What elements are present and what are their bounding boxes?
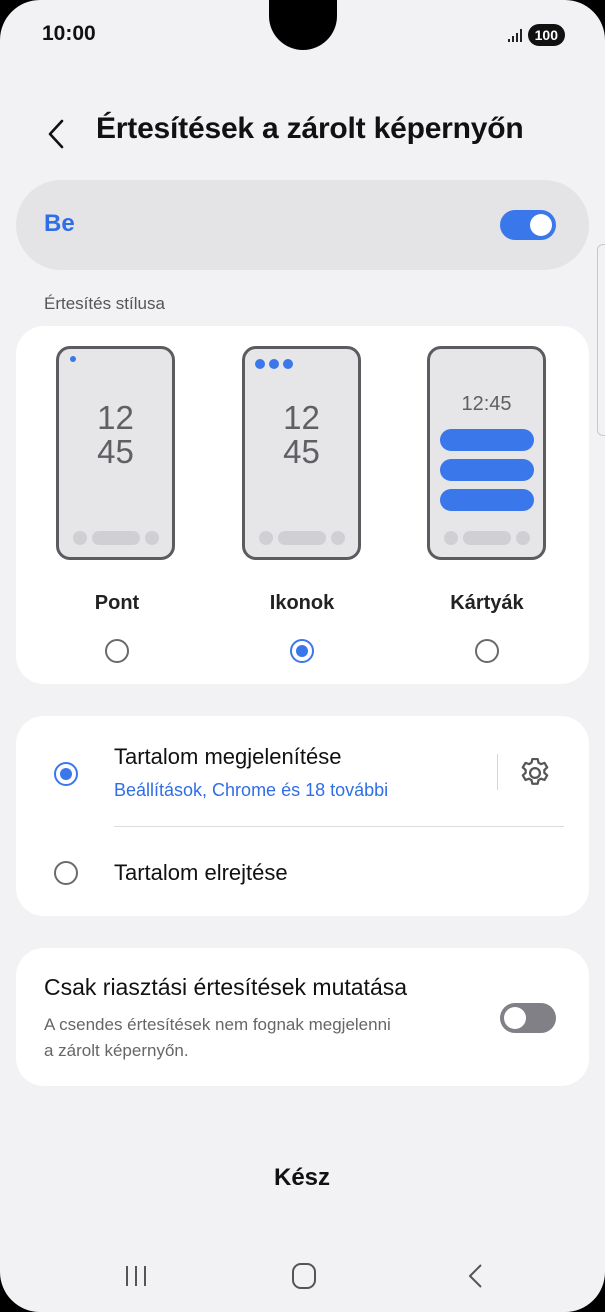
recents-icon [126, 1266, 146, 1286]
nav-back-button[interactable] [456, 1260, 496, 1292]
preview-clock: 12 45 [59, 401, 172, 469]
style-preview-icons[interactable]: 12 45 [242, 346, 361, 560]
page-title: Értesítések a zárolt képernyőn [96, 112, 524, 145]
home-button[interactable] [284, 1260, 324, 1292]
preview-clock: 12 45 [245, 401, 358, 469]
notification-card [440, 489, 534, 511]
scroll-indicator [597, 244, 605, 436]
home-icon [292, 1263, 316, 1289]
notification-card [440, 429, 534, 451]
settings-gear-button[interactable] [516, 754, 554, 792]
preview-hour: 12 [283, 399, 320, 436]
show-content-title[interactable]: Tartalom megjelenítése [114, 744, 341, 770]
back-button[interactable] [38, 112, 78, 156]
radio-hide-content[interactable] [54, 861, 78, 885]
done-button[interactable]: Kész [202, 1156, 402, 1200]
master-toggle-switch[interactable] [500, 210, 556, 240]
alert-only-description: A csendes értesítések nem fognak megjele… [44, 1015, 391, 1060]
preview-minute: 45 [97, 433, 134, 470]
recents-button[interactable] [116, 1260, 156, 1292]
app-header: Értesítések a zárolt képernyőn [0, 108, 605, 158]
preview-nav-bar [430, 531, 543, 545]
alert-only-title: Csak riasztási értesítések mutatása [44, 974, 408, 1000]
divider [114, 826, 564, 827]
system-nav-bar [0, 1250, 605, 1302]
master-toggle-label: Be [44, 210, 75, 237]
status-time: 10:00 [42, 22, 96, 45]
camera-notch [269, 0, 337, 50]
screen: 10:00 100 Értesítések a zárolt képernyőn… [0, 0, 605, 1312]
status-icons: 100 [507, 24, 565, 46]
signal-icon [507, 28, 522, 42]
battery-indicator: 100 [527, 24, 565, 46]
alert-only-toggle[interactable] [500, 1003, 556, 1033]
divider [497, 754, 498, 790]
radio-style-icons[interactable] [290, 639, 314, 663]
radio-style-cards[interactable] [475, 639, 499, 663]
style-label-icons: Ikonok [269, 592, 335, 614]
dot-indicator-icon [70, 356, 76, 362]
notification-icons-icon [255, 359, 293, 369]
style-preview-cards[interactable]: 12:45 [427, 346, 546, 560]
show-content-subtitle: Beállítások, Chrome és 18 további [114, 780, 389, 800]
master-toggle-row[interactable]: Be [16, 180, 589, 270]
style-label-cards: Kártyák [450, 592, 524, 614]
radio-style-dot[interactable] [105, 639, 129, 663]
toggle-knob [530, 214, 552, 236]
gear-icon [521, 757, 549, 785]
preview-hour: 12 [97, 399, 134, 436]
alert-only-card[interactable]: Csak riasztási értesítések mutatása A cs… [16, 948, 589, 1086]
style-preview-dot[interactable]: 12 45 [56, 346, 175, 560]
toggle-knob [504, 1007, 526, 1029]
style-label-dot: Pont [94, 592, 140, 614]
section-label-style: Értesítés stílusa [44, 294, 165, 313]
preview-minute: 45 [283, 433, 320, 470]
notification-card [440, 459, 534, 481]
hide-content-title[interactable]: Tartalom elrejtése [114, 860, 288, 886]
preview-time-inline: 12:45 [461, 393, 512, 415]
style-card: 12 45 Pont 12 45 Ikonok 12:45 Kártyák [16, 326, 589, 684]
back-arrow-icon [48, 119, 64, 149]
preview-nav-bar [59, 531, 172, 545]
content-visibility-card: Tartalom megjelenítése Beállítások, Chro… [16, 716, 589, 916]
preview-nav-bar [245, 531, 358, 545]
back-icon [469, 1264, 482, 1288]
radio-show-content[interactable] [54, 762, 78, 786]
